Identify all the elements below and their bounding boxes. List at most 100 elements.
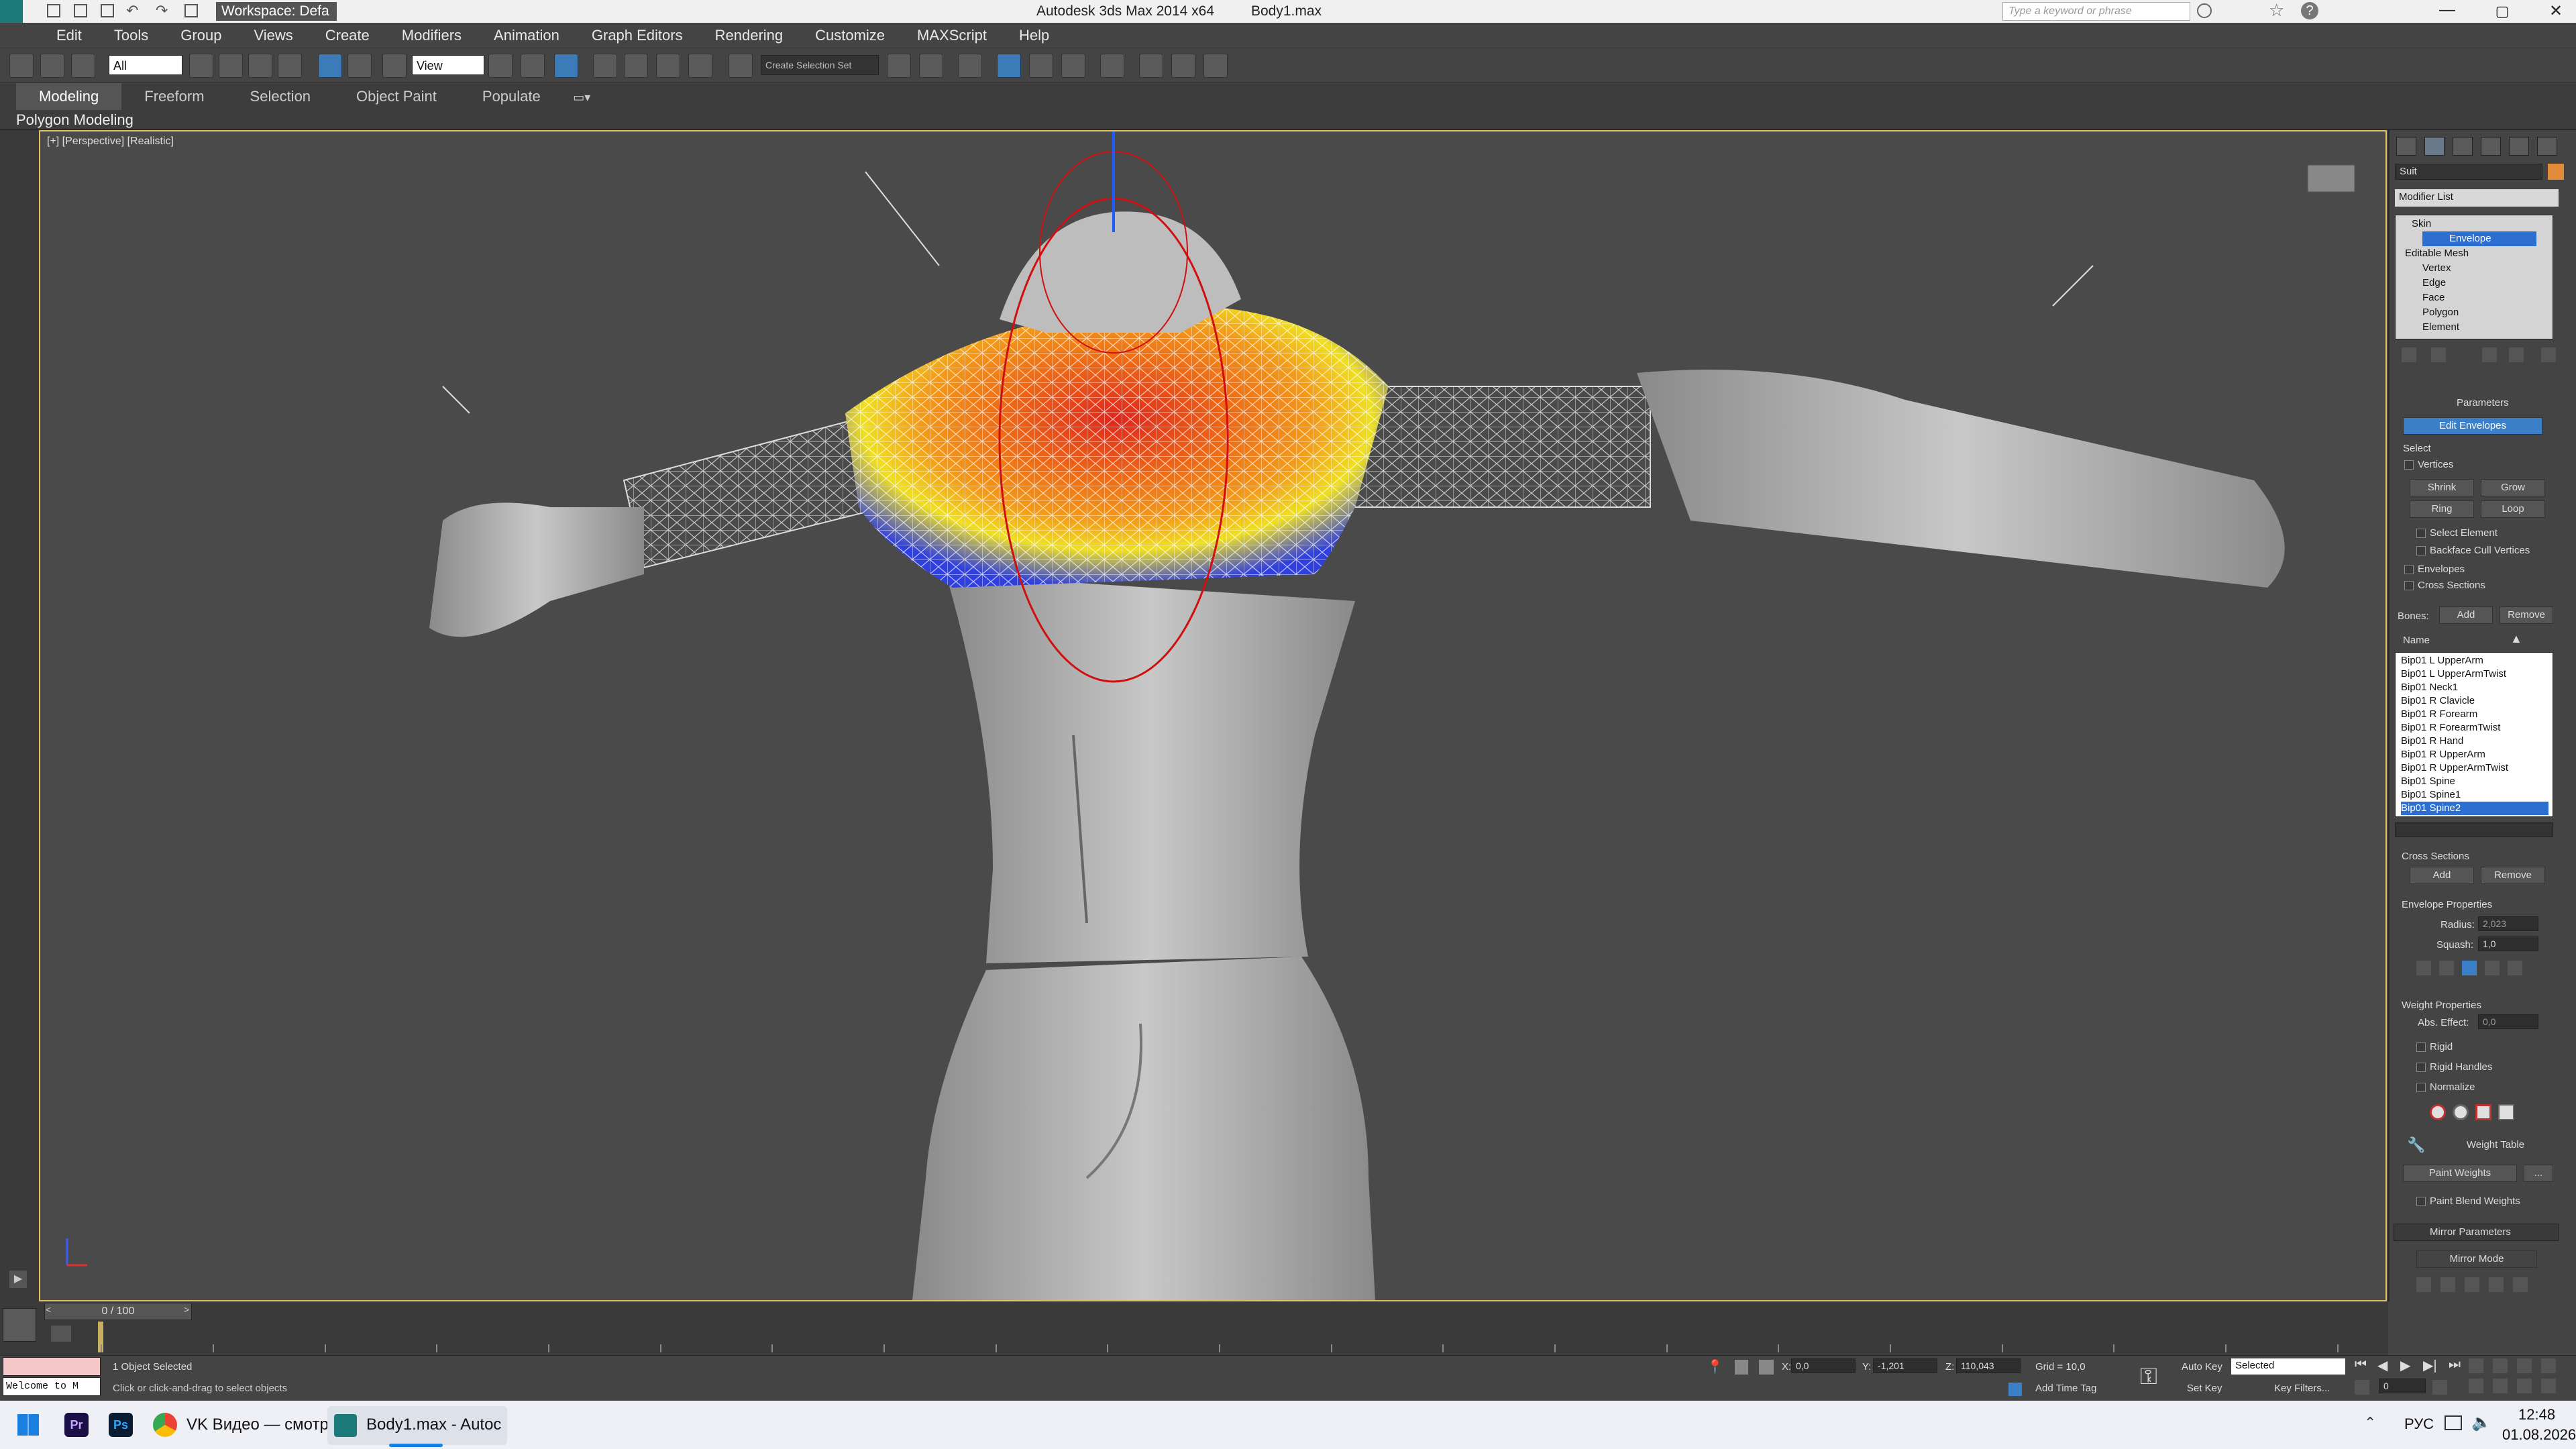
absolute-relative-icon[interactable] [2416,961,2431,975]
bone-item[interactable]: Bip01 Spine [2401,775,2548,788]
modify-tab-icon[interactable] [2424,137,2445,156]
select-by-name-icon[interactable] [219,54,243,78]
search-icon[interactable] [2197,3,2212,18]
select-element-checkbox[interactable] [2416,529,2426,538]
clock-date[interactable]: 01.08.2026 [2502,1426,2576,1444]
taskbar-app-browser[interactable]: VK Видео — смотр [186,1409,329,1441]
minimize-button[interactable]: — [2427,0,2467,23]
stack-polygon[interactable]: Polygon [2422,305,2459,320]
maxscript-listener[interactable]: Welcome to M [3,1377,101,1396]
menu-views[interactable]: Views [237,23,309,48]
bone-item-selected[interactable]: Bip01 Spine2 [2401,802,2548,815]
auto-key-button[interactable]: Auto Key [2182,1361,2222,1373]
rigid-checkbox[interactable] [2416,1042,2426,1052]
set-key-icon[interactable]: ⚿ [2140,1364,2157,1390]
envelope-visibility-icon[interactable] [2439,961,2454,975]
configure-sets-icon[interactable] [2541,347,2556,362]
ribbon-options-icon[interactable]: ▭▾ [573,91,590,105]
prev-frame-icon[interactable]: < [46,1304,51,1315]
next-frame-icon[interactable]: ▶| [2423,1357,2437,1374]
time-configuration-icon[interactable] [2432,1380,2447,1395]
z-coordinate[interactable]: 110,043 [1956,1358,2021,1373]
close-button[interactable]: ✕ [2536,0,2576,23]
menu-animation[interactable]: Animation [478,23,576,48]
play-icon[interactable]: ▶ [2400,1357,2410,1374]
vertices-checkbox[interactable] [2404,460,2414,470]
time-tag-icon[interactable] [2008,1383,2022,1396]
stack-vertex[interactable]: Vertex [2422,261,2451,276]
envelopes-checkbox[interactable] [2404,565,2414,574]
premiere-pro-icon[interactable]: Pr [64,1413,89,1437]
y-coordinate[interactable]: -1,201 [1873,1358,1937,1373]
paint-blend-weights-checkbox[interactable] [2416,1197,2426,1206]
play-viewport-icon[interactable]: ▶ [9,1271,27,1288]
remove-modifier-icon[interactable] [2509,347,2524,362]
tab-modeling[interactable]: Modeling [16,83,122,110]
zoom-all-icon[interactable] [2493,1358,2508,1373]
schematic-view-icon[interactable] [1061,54,1085,78]
align-icon[interactable] [919,54,943,78]
unlink-icon[interactable] [40,54,64,78]
reference-coordinate-dropdown[interactable]: View [412,55,484,75]
select-and-move-icon[interactable] [318,54,342,78]
object-color-swatch[interactable] [2548,164,2564,180]
mini-curve-editor-icon[interactable] [3,1308,36,1342]
select-and-rotate-icon[interactable] [347,54,372,78]
help-icon[interactable]: ? [2301,2,2318,19]
ring-button[interactable]: Ring [2410,500,2474,518]
radius-spinner[interactable]: 2,023 [2478,916,2538,931]
current-frame-field[interactable]: 0 [2379,1379,2426,1393]
motion-tab-icon[interactable] [2481,137,2501,156]
remove-cross-section-button[interactable]: Remove [2481,867,2545,884]
key-filters-button[interactable]: Key Filters... [2274,1383,2330,1394]
falloff-icon[interactable] [2462,961,2477,975]
network-icon[interactable] [2445,1415,2462,1430]
volume-icon[interactable]: 🔈 [2471,1413,2491,1432]
menu-maxscript[interactable]: MAXScript [901,23,1003,48]
bone-item[interactable]: Bip01 Spine1 [2401,788,2548,802]
bones-name-header[interactable]: Name [2403,635,2430,646]
tab-populate[interactable]: Populate [460,83,564,110]
next-frame-icon[interactable]: > [184,1304,189,1315]
polygon-modeling-label[interactable]: Polygon Modeling [16,111,133,129]
bone-item[interactable]: Bip01 R Hand [2401,735,2548,748]
bone-item[interactable]: Bip01 L UpperArm [2401,654,2548,667]
go-to-start-icon[interactable]: ⏮ [2355,1357,2367,1373]
curve-editor-icon[interactable] [1029,54,1053,78]
paste-blue-to-green-icon[interactable] [2465,1277,2479,1292]
language-indicator[interactable]: РУС [2404,1415,2434,1433]
bone-item[interactable]: Bip01 R Clavicle [2401,694,2548,708]
maximize-button[interactable]: ▢ [2482,0,2522,23]
select-object-icon[interactable] [189,54,213,78]
bone-item[interactable]: Bip01 Neck1 [2401,681,2548,694]
photoshop-icon[interactable]: Ps [109,1413,133,1437]
zoom-icon[interactable] [2469,1358,2483,1373]
graphite-toggle-icon[interactable] [997,54,1021,78]
sort-ascending-icon[interactable]: ▲ [2510,632,2522,646]
zoom-extents-all-icon[interactable] [2541,1358,2556,1373]
menu-edit[interactable]: Edit [40,23,98,48]
stack-edge[interactable]: Edge [2422,276,2446,290]
key-mode-dropdown[interactable]: Selected [2231,1358,2345,1375]
bone-item[interactable]: Bip01 R ForearmTwist [2401,721,2548,735]
edit-envelopes-button[interactable]: Edit Envelopes [2403,417,2542,435]
pivot-center-icon[interactable] [488,54,513,78]
search-field[interactable]: Type a keyword or phrase [2002,2,2190,21]
taskbar-app-3dsmax[interactable]: Body1.max - Autoc [366,1409,501,1441]
selection-lock-icon[interactable] [1735,1360,1748,1375]
perspective-viewport[interactable]: [+] [Perspective] [Realistic] [39,130,2387,1301]
object-name-field[interactable]: Suit [2395,164,2542,180]
percent-snap-icon[interactable] [656,54,680,78]
stack-skin[interactable]: Skin [2412,217,2431,231]
add-bone-button[interactable]: Add [2439,606,2493,624]
star-icon[interactable]: ☆ [2269,0,2284,21]
exclude-verts-icon[interactable] [2430,1104,2446,1120]
menu-help[interactable]: Help [1003,23,1065,48]
stack-element[interactable]: Element [2422,320,2459,335]
mirror-icon[interactable] [887,54,911,78]
x-coordinate[interactable]: 0,0 [1791,1358,1856,1373]
menu-tools[interactable]: Tools [98,23,164,48]
bone-name-field[interactable] [2395,822,2553,837]
bake-weights-icon[interactable] [2498,1104,2514,1120]
bones-list[interactable]: Bip01 L UpperArm Bip01 L UpperArmTwist B… [2395,652,2553,817]
